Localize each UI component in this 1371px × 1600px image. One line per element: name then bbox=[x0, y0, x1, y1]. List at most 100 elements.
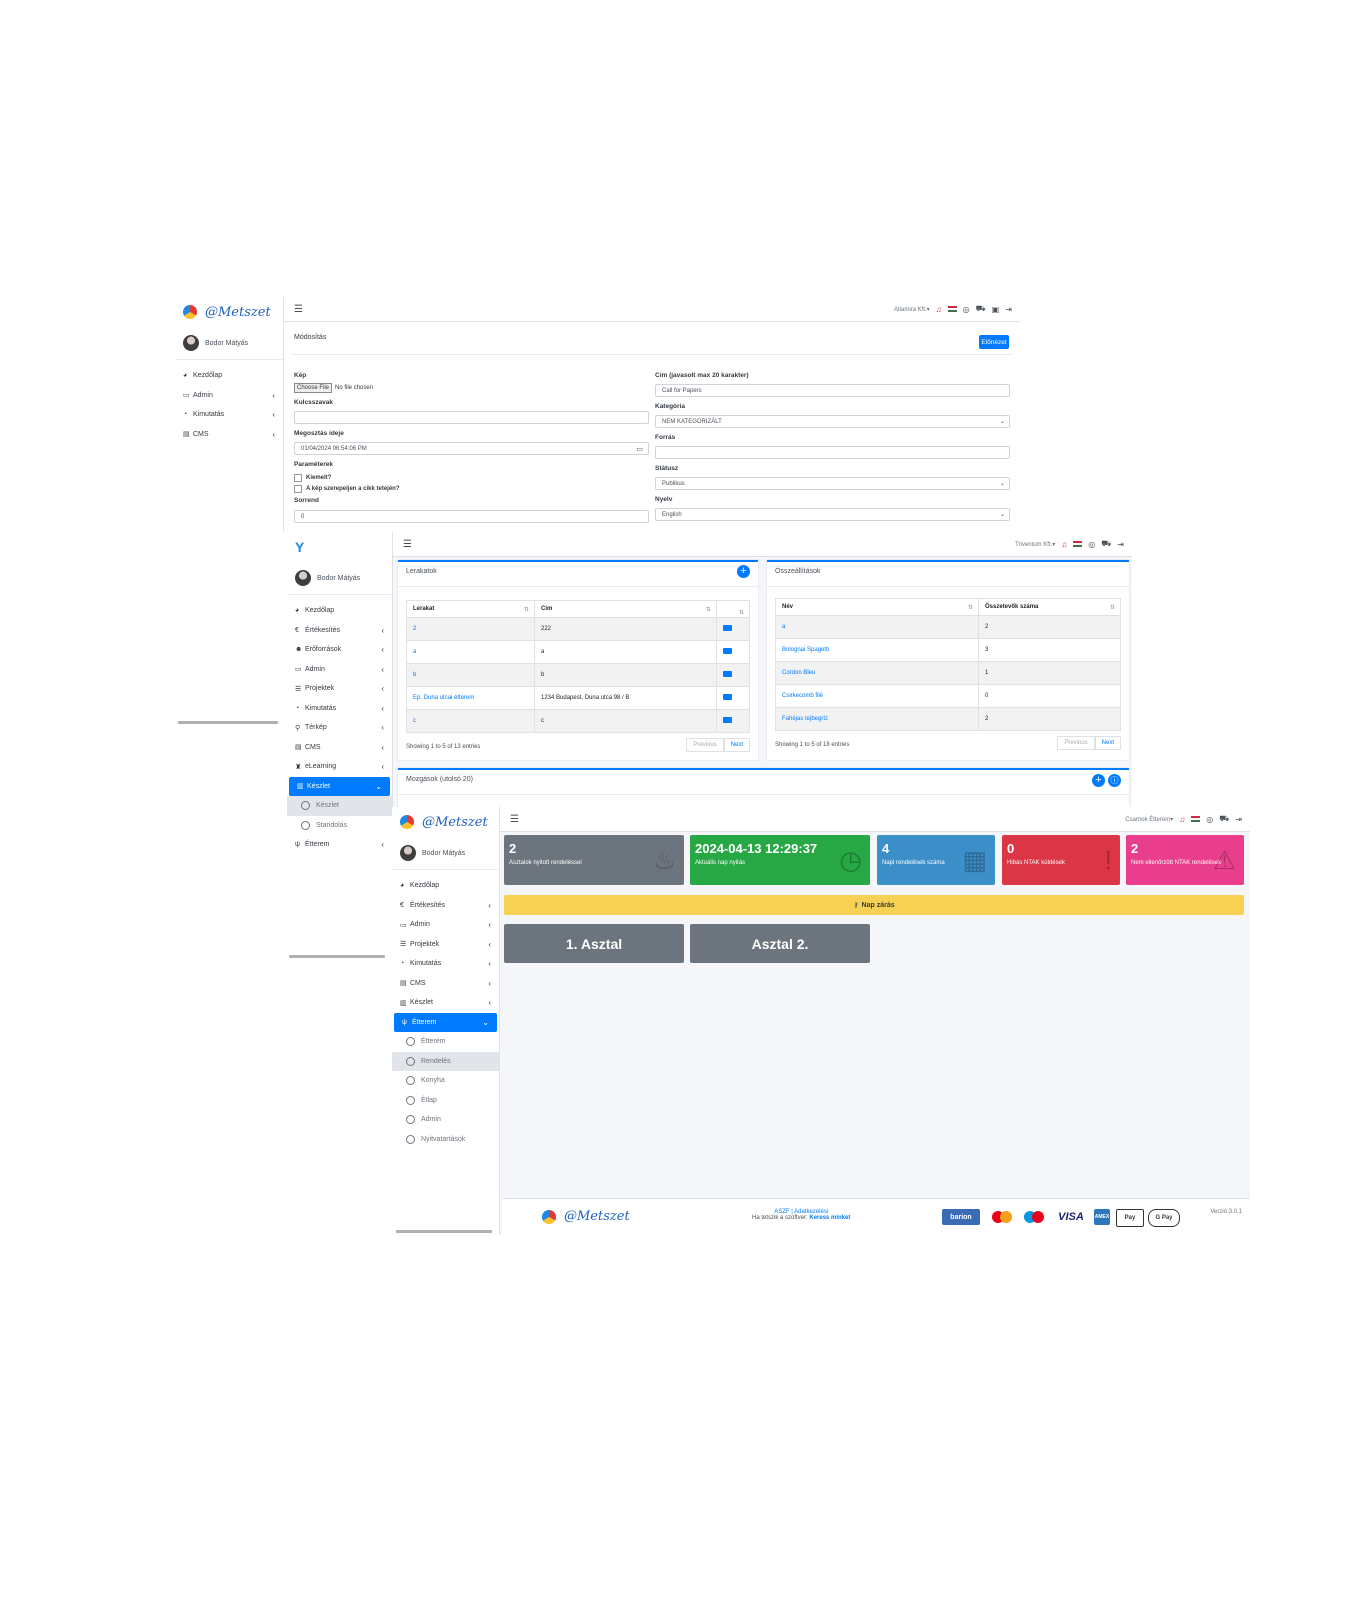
hungarian-flag-icon[interactable] bbox=[1073, 541, 1083, 547]
support-icon[interactable]: ◎ bbox=[1206, 815, 1213, 824]
sidebar-item-terkep[interactable]: ⚲ Térkép ‹ bbox=[287, 718, 392, 738]
user-panel[interactable]: Bodor Mátyás bbox=[392, 837, 499, 870]
sidebar-item-kezdolap[interactable]: ◕ Kezdőlap bbox=[392, 876, 499, 896]
next-button[interactable]: Next bbox=[1094, 736, 1121, 750]
sidebar-item-elearning[interactable]: ♜ eLearning ‹ bbox=[287, 757, 392, 777]
close-day-button[interactable]: ⚷ Nap zárás bbox=[504, 895, 1244, 915]
warehouse-link[interactable]: b bbox=[413, 672, 416, 678]
sidebar-subitem-rendeles[interactable]: Rendelés bbox=[392, 1051, 499, 1071]
sidebar-item-kimutatas[interactable]: ◔ Kimutatás ‹ bbox=[392, 954, 499, 974]
sidebar-subitem-nyitvatartasok[interactable]: Nyitvatartások bbox=[392, 1130, 499, 1150]
support-icon[interactable]: ◎ bbox=[963, 305, 970, 314]
sidebar-item-kezdolap[interactable]: ◕ Kezdőlap bbox=[175, 366, 283, 386]
bell-icon[interactable]: ♫ bbox=[1179, 815, 1185, 824]
previous-button[interactable]: Previous bbox=[686, 738, 724, 752]
sidebar-item-kimutatas[interactable]: ◔ Kimutatás ‹ bbox=[175, 405, 283, 425]
column-header[interactable]: Lerakat ⇅ bbox=[406, 600, 535, 618]
logout-icon[interactable]: ⇥ bbox=[1005, 305, 1012, 314]
stat-ntak-unchecked[interactable]: 2 Nem ellenőrzött NTAK rendelések ⚠ bbox=[1126, 835, 1244, 885]
warehouse-icon[interactable] bbox=[723, 625, 732, 631]
cart-icon[interactable]: ⛟ bbox=[976, 304, 986, 314]
source-input[interactable] bbox=[655, 446, 1010, 459]
info-button[interactable]: ⓘ bbox=[1108, 774, 1121, 787]
company-selector[interactable]: Altamira Kft.▾ bbox=[894, 306, 930, 313]
warehouse-icon[interactable] bbox=[723, 717, 732, 723]
warehouse-icon[interactable] bbox=[723, 648, 732, 654]
checkbox-icon[interactable] bbox=[294, 485, 302, 493]
order-input[interactable]: 0 bbox=[294, 510, 649, 523]
add-movement-button[interactable]: + bbox=[1092, 774, 1105, 787]
column-header[interactable]: Név ⇅ bbox=[775, 598, 979, 616]
assembly-link[interactable]: Cordon Bleu bbox=[782, 670, 815, 676]
brand-logo[interactable]: @Metszet bbox=[392, 807, 499, 837]
column-header[interactable]: Cím ⇅ bbox=[534, 600, 717, 618]
previous-button[interactable]: Previous bbox=[1057, 736, 1095, 750]
sidebar-item-kimutatas[interactable]: ◔ Kimutatás ‹ bbox=[287, 699, 392, 719]
cart-icon[interactable]: ⛟ bbox=[1101, 539, 1111, 549]
bell-icon[interactable]: ♫ bbox=[1061, 540, 1067, 549]
sidebar-item-ertekesites[interactable]: € Értékesítés ‹ bbox=[392, 896, 499, 916]
logout-icon[interactable]: ⇥ bbox=[1235, 815, 1242, 824]
checkbox-icon[interactable] bbox=[294, 474, 302, 482]
sidebar-item-eroforrasok[interactable]: ☻ Erőforrások ‹ bbox=[287, 640, 392, 660]
stat-daily-orders[interactable]: 4 Napi rendelések száma ▦ bbox=[877, 835, 995, 885]
warehouse-link[interactable]: Ep. Duna utcai étterem bbox=[413, 695, 474, 701]
contact-link[interactable]: Keress minket bbox=[809, 1215, 850, 1221]
stat-ntak-errors[interactable]: 0 Hibás NTAK küldések! bbox=[1002, 835, 1120, 885]
horizontal-scrollbar[interactable] bbox=[178, 721, 278, 724]
brand-logo[interactable]: Y bbox=[287, 532, 392, 562]
sidebar-item-cms[interactable]: ▤ CMS ‹ bbox=[175, 425, 283, 445]
sidebar-subitem-standolas[interactable]: Standolás bbox=[287, 816, 392, 836]
title-input[interactable]: Call for Papers bbox=[655, 384, 1010, 397]
support-icon[interactable]: ◎ bbox=[1088, 540, 1095, 549]
company-selector[interactable]: Csarnok Étterem▾ bbox=[1125, 816, 1173, 823]
category-select[interactable]: NEM KATEGORIZÁLT ⌄ bbox=[655, 415, 1010, 428]
menu-icon[interactable]: ☰ bbox=[403, 539, 412, 550]
table-button-2[interactable]: Asztal 2. bbox=[690, 924, 870, 963]
warehouse-icon[interactable] bbox=[723, 694, 732, 700]
menu-icon[interactable]: ☰ bbox=[510, 814, 519, 825]
sidebar-item-admin[interactable]: ▭ Admin ‹ bbox=[175, 386, 283, 406]
image-on-top-checkbox[interactable]: A kép szerepeljen a cikk tetején? bbox=[294, 485, 400, 493]
stat-open-tables[interactable]: 2 Asztalok nyitott rendeléssel ♨ bbox=[504, 835, 684, 885]
warehouse-link[interactable]: a bbox=[413, 649, 416, 655]
sidebar-item-keszlet[interactable]: ▥ Készlet ‹ bbox=[392, 993, 499, 1013]
cart-icon[interactable]: ⛟ bbox=[1219, 814, 1229, 824]
sidebar-item-admin[interactable]: ▭ Admin ‹ bbox=[287, 660, 392, 680]
sidebar-item-projektek[interactable]: ☰ Projektek ‹ bbox=[287, 679, 392, 699]
preview-button[interactable]: Előnézet bbox=[979, 335, 1009, 349]
status-select[interactable]: Publikus ⌄ bbox=[655, 477, 1010, 490]
language-select[interactable]: English ⌄ bbox=[655, 508, 1010, 521]
assembly-link[interactable]: a bbox=[782, 624, 785, 630]
user-panel[interactable]: Bodor Mátyás bbox=[175, 327, 283, 360]
column-header[interactable]: ⇅ bbox=[716, 600, 750, 618]
horizontal-scrollbar[interactable] bbox=[396, 1230, 492, 1233]
hungarian-flag-icon[interactable] bbox=[947, 306, 957, 312]
warehouse-link[interactable]: c bbox=[413, 718, 416, 724]
sidebar-item-cms[interactable]: ▤ CMS ‹ bbox=[392, 974, 499, 994]
next-button[interactable]: Next bbox=[723, 738, 750, 752]
warehouse-link[interactable]: 2 bbox=[413, 626, 416, 632]
user-panel[interactable]: Bodor Mátyás bbox=[287, 562, 392, 595]
assembly-link[interactable]: Fahéjas tejbegríz bbox=[782, 716, 828, 722]
horizontal-scrollbar[interactable] bbox=[289, 955, 385, 958]
assembly-link[interactable]: Csirkecomb filé bbox=[782, 693, 823, 699]
menu-icon[interactable]: ☰ bbox=[294, 304, 303, 315]
logout-icon[interactable]: ⇥ bbox=[1117, 540, 1124, 549]
column-header[interactable]: Összetevők száma ⇅ bbox=[978, 598, 1121, 616]
add-warehouse-button[interactable]: + bbox=[737, 565, 750, 578]
sidebar-item-ertekesites[interactable]: € Értékesítés ‹ bbox=[287, 621, 392, 641]
sidebar-item-admin[interactable]: ▭ Admin ‹ bbox=[392, 915, 499, 935]
table-button-1[interactable]: 1. Asztal bbox=[504, 924, 684, 963]
sidebar-subitem-konyha[interactable]: Konyha bbox=[392, 1071, 499, 1091]
hungarian-flag-icon[interactable] bbox=[1191, 816, 1201, 822]
sidebar-item-etterem[interactable]: ψ Étterem ⌄ bbox=[394, 1012, 497, 1032]
calendar-icon[interactable]: ▭ bbox=[636, 445, 643, 453]
sidebar-subitem-etlap[interactable]: Étlap bbox=[392, 1091, 499, 1111]
sidebar-subitem-admin[interactable]: Admin bbox=[392, 1110, 499, 1130]
sidebar-item-etterem[interactable]: ψ Étterem ‹ bbox=[287, 835, 392, 855]
sidebar-item-projektek[interactable]: ☰ Projektek ‹ bbox=[392, 935, 499, 955]
sidebar-item-keszlet[interactable]: ▥ Készlet ⌄ bbox=[289, 776, 390, 796]
file-input[interactable]: Choose File No file chosen bbox=[294, 383, 373, 393]
warehouse-icon[interactable] bbox=[723, 671, 732, 677]
